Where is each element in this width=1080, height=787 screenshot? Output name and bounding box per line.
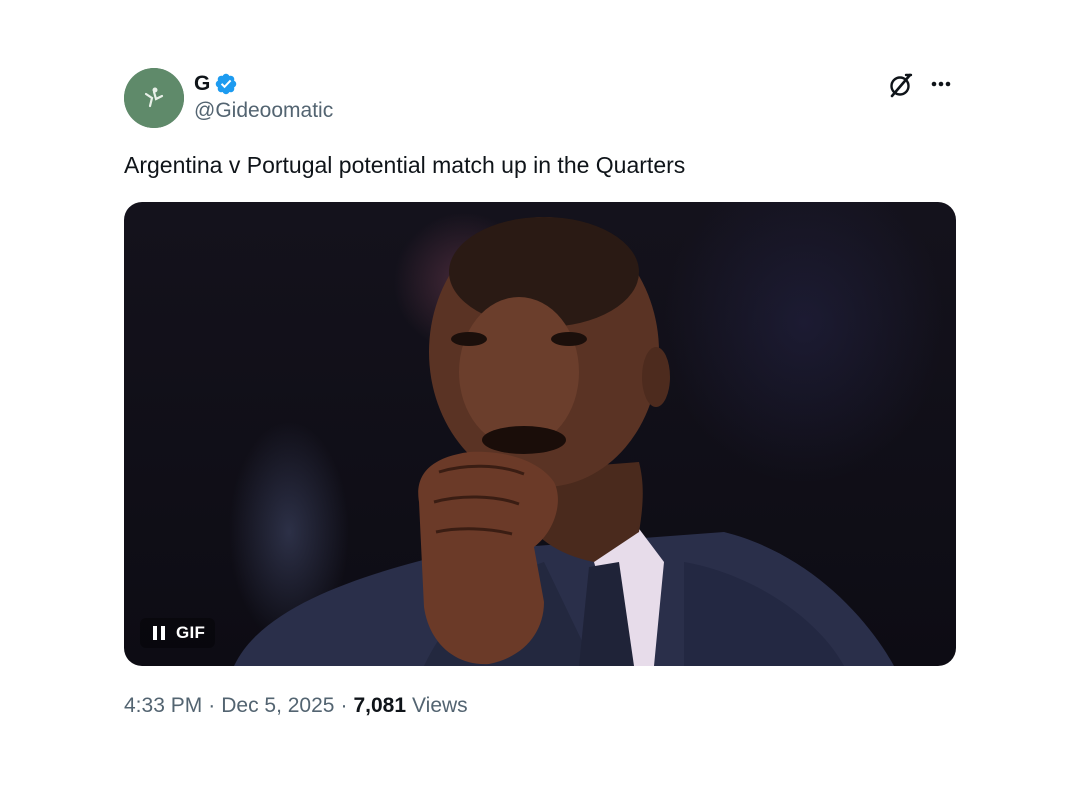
author-name-row[interactable]: G [194, 70, 238, 98]
views-count: 7,081 [353, 694, 407, 717]
avatar[interactable] [124, 68, 184, 128]
views-label: Views [412, 694, 468, 717]
tweet-card: G @Gideoomatic Argentina v Portugal pote… [0, 0, 1080, 787]
tweet-metadata: 4:33 PM · Dec 5, 2025 · 7,081 Views [124, 692, 468, 720]
separator: · [340, 694, 348, 717]
pause-icon[interactable] [152, 625, 166, 641]
gif-badge: GIF [140, 618, 216, 648]
grok-icon[interactable] [886, 70, 916, 100]
tweet-date[interactable]: Dec 5, 2025 [221, 694, 334, 718]
gif-frame-image [234, 217, 894, 666]
gif-media[interactable]: GIF [124, 202, 956, 666]
tweet-text: Argentina v Portugal potential match up … [124, 152, 686, 178]
verified-badge-icon [214, 72, 238, 96]
author-handle[interactable]: @Gideoomatic [194, 99, 333, 123]
separator: · [208, 694, 216, 717]
more-options-icon[interactable] [926, 70, 956, 100]
display-name[interactable]: G [194, 72, 210, 96]
gif-label[interactable]: GIF [176, 623, 205, 643]
tweet-time[interactable]: 4:33 PM [124, 694, 202, 718]
